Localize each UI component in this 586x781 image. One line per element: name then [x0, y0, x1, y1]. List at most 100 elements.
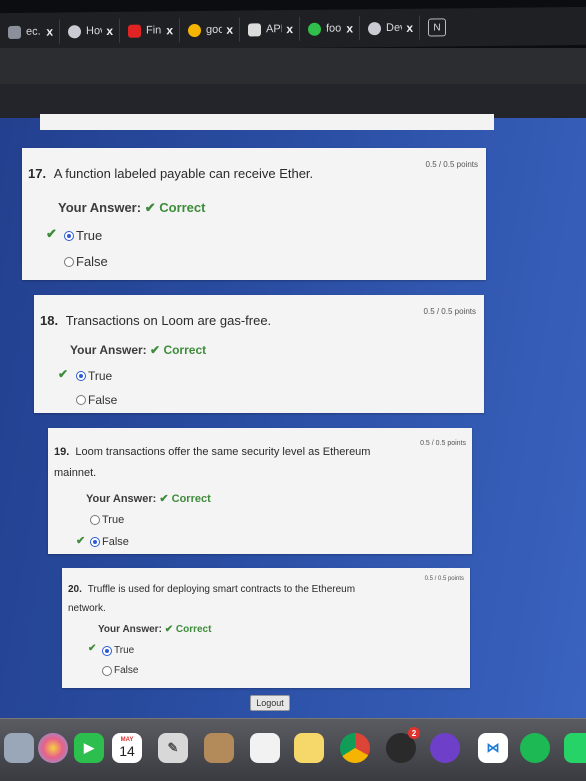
calendar-day: 14 [119, 743, 135, 759]
radio-button[interactable] [102, 645, 112, 656]
tab-favicon-icon [8, 25, 21, 39]
browser-tab[interactable]: Hov x [60, 18, 120, 44]
contacts-icon[interactable] [204, 733, 234, 763]
radio-button[interactable] [102, 665, 112, 676]
correct-check-icon: ✔ [150, 343, 161, 357]
logout-button[interactable]: Logout [250, 695, 290, 711]
your-answer-label: Your Answer: [98, 624, 162, 635]
question-card: 18. Transactions on Loom are gas-free. 0… [34, 295, 484, 413]
radio-button[interactable] [76, 395, 86, 405]
answer-option[interactable]: True [90, 514, 124, 526]
chrome-icon[interactable] [340, 733, 370, 763]
question-number: 20. [68, 584, 82, 595]
answer-option[interactable]: True [102, 645, 134, 656]
browser-toolbar [0, 48, 586, 84]
radio-button[interactable] [90, 537, 100, 547]
chatgpt-icon[interactable]: 2 [386, 727, 420, 763]
vscode-icon[interactable]: ⋈ [478, 733, 508, 763]
option-label: True [114, 645, 135, 656]
radio-button[interactable] [64, 230, 74, 241]
browser-tab[interactable]: goo x [180, 17, 240, 43]
browser-tab[interactable]: ec. x [0, 19, 60, 45]
answer-option[interactable]: True [76, 369, 112, 383]
browser-bookmarks-bar [0, 84, 586, 118]
tab-favicon-icon [128, 24, 141, 38]
tab-favicon-icon [248, 22, 261, 36]
tab-title: API [266, 23, 283, 36]
selected-check-icon: ✔ [76, 535, 86, 547]
tab-title: foo [326, 22, 342, 35]
selected-check-icon: ✔ [58, 367, 69, 381]
tab-close-icon[interactable]: x [166, 23, 173, 37]
tab-title: Hov [86, 24, 103, 38]
tab-close-icon[interactable]: x [406, 21, 413, 35]
question-text-row: 20. Truffle is used for deploying smart … [68, 580, 390, 618]
tab-close-icon[interactable]: x [226, 23, 233, 37]
browser-tab[interactable]: Dev x [360, 15, 420, 41]
question-number: 19. [54, 446, 70, 458]
answer-option[interactable]: True [64, 228, 102, 243]
tab-close-icon[interactable]: x [286, 22, 293, 36]
finder-icon[interactable] [4, 733, 34, 763]
option-label: False [76, 254, 108, 269]
answer-option[interactable]: False [64, 254, 108, 269]
browser-tab[interactable]: API x [240, 16, 300, 42]
your-answer-row: Your Answer: ✔ Correct [70, 343, 206, 357]
tab-title: Dev [386, 21, 403, 35]
points-label: 0.5 / 0.5 points [423, 307, 476, 316]
answer-option[interactable]: False [90, 536, 129, 548]
your-answer-row: Your Answer: ✔ Correct [98, 624, 211, 635]
radio-button[interactable] [90, 515, 100, 525]
previous-question-card [40, 114, 494, 130]
quiz-results-page: 17. A function labeled payable can recei… [0, 114, 586, 718]
question-number: 18. [40, 313, 59, 328]
correct-check-icon: ✔ [164, 624, 174, 635]
answer-option[interactable]: False [102, 665, 138, 676]
result-label: Correct [171, 493, 211, 505]
whatsapp-icon[interactable] [564, 733, 586, 763]
calendar-icon[interactable]: MAY 14 [112, 733, 142, 763]
tab-favicon-icon [188, 23, 201, 37]
question-text: Truffle is used for deploying smart cont… [68, 584, 356, 614]
notes-icon[interactable] [294, 733, 324, 763]
question-text-row: 18. Transactions on Loom are gas-free. [40, 313, 271, 328]
photos-icon[interactable] [38, 733, 68, 763]
tab-close-icon[interactable]: x [106, 24, 113, 38]
tab-overflow-icon[interactable]: N [428, 18, 446, 37]
radio-button[interactable] [76, 371, 86, 381]
points-label: 0.5 / 0.5 points [425, 160, 478, 169]
freeform-icon[interactable]: ✎ [158, 733, 188, 763]
result-label: Correct [159, 200, 206, 215]
spotify-icon[interactable] [520, 733, 550, 763]
reminders-icon[interactable] [250, 733, 280, 763]
question-card: 20. Truffle is used for deploying smart … [62, 568, 470, 688]
answer-option[interactable]: False [76, 393, 117, 407]
your-answer-label: Your Answer: [86, 493, 157, 505]
browser-tab[interactable]: Fin x [120, 18, 180, 43]
question-text: A function labeled payable can receive E… [53, 166, 314, 181]
facetime-icon[interactable]: ▶ [74, 733, 104, 763]
question-text-row: 19. Loom transactions offer the same sec… [54, 442, 390, 484]
your-answer-row: Your Answer: ✔ Correct [86, 492, 211, 505]
result-label: Correct [163, 343, 207, 357]
tab-favicon-icon [308, 22, 321, 36]
correct-check-icon: ✔ [159, 493, 169, 505]
question-card: 17. A function labeled payable can recei… [22, 148, 486, 280]
question-card: 19. Loom transactions offer the same sec… [48, 428, 472, 554]
question-number: 17. [28, 166, 47, 181]
tab-favicon-icon [68, 24, 81, 38]
selected-check-icon: ✔ [88, 643, 97, 654]
browser-tab[interactable]: foo x [300, 16, 360, 41]
tab-title: ec. [26, 25, 41, 38]
tab-close-icon[interactable]: x [346, 21, 353, 35]
correct-check-icon: ✔ [144, 200, 156, 215]
option-label: True [102, 514, 125, 526]
points-label: 0.5 / 0.5 points [424, 576, 464, 582]
option-label: True [76, 228, 103, 243]
option-label: False [114, 665, 139, 676]
tab-close-icon[interactable]: x [46, 25, 53, 39]
radio-button[interactable] [64, 256, 74, 267]
your-answer-label: Your Answer: [70, 343, 147, 357]
option-label: False [88, 393, 118, 407]
github-icon[interactable] [430, 733, 460, 763]
